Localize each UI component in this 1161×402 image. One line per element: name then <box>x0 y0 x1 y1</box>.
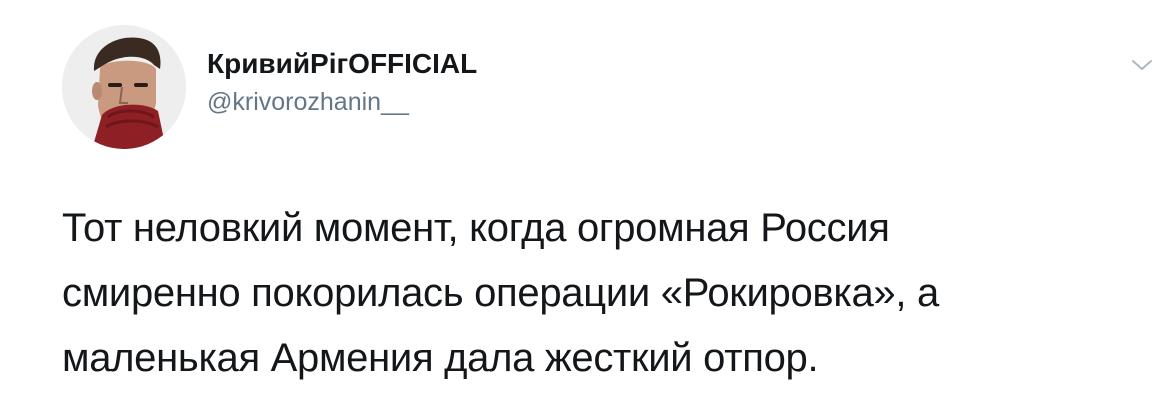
display-name[interactable]: КривийРігOFFICIAL <box>207 47 477 81</box>
tweet-text: Тот неловкий момент, когда огромная Росс… <box>62 196 1142 391</box>
tweet-menu-button[interactable] <box>1130 56 1154 74</box>
tweet-text-line: Тот неловкий момент, когда огромная Росс… <box>62 206 890 250</box>
user-handle[interactable]: @krivorozhanin__ <box>207 87 409 117</box>
tweet-text-line: смиренно покорилась операции «Рокировка»… <box>62 271 939 315</box>
tweet-card: КривийРігOFFICIAL @krivorozhanin__ Тот н… <box>0 0 1161 402</box>
chevron-down-icon <box>1132 60 1152 70</box>
avatar[interactable] <box>62 25 186 149</box>
tweet-text-line: маленькая Армения дала жесткий отпор. <box>62 336 819 380</box>
person-photo-icon <box>62 25 186 149</box>
